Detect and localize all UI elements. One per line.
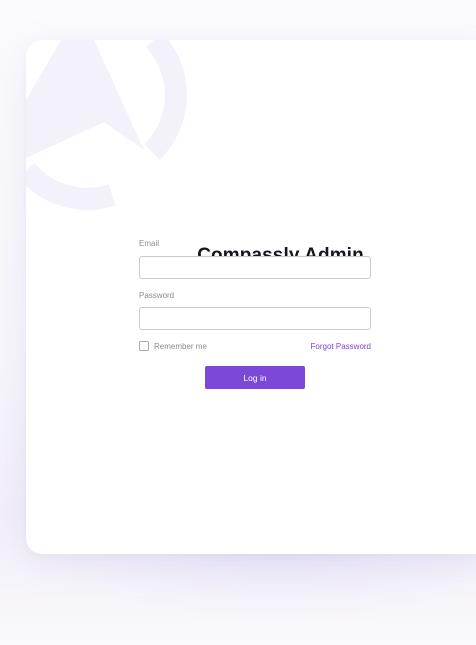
password-field[interactable] (139, 307, 371, 330)
login-button[interactable]: Log in (205, 366, 305, 389)
password-label: Password (139, 291, 175, 300)
checkbox-icon[interactable] (139, 341, 149, 351)
remember-me-label: Remember me (154, 341, 207, 351)
forgot-password-link[interactable]: Forgot Password (311, 342, 371, 351)
email-label: Email (139, 239, 160, 248)
email-field[interactable] (139, 256, 371, 279)
remember-me-checkbox[interactable]: Remember me (139, 341, 207, 351)
login-card: Compassly Admin (26, 40, 476, 554)
compass-logo-icon (26, 40, 187, 210)
